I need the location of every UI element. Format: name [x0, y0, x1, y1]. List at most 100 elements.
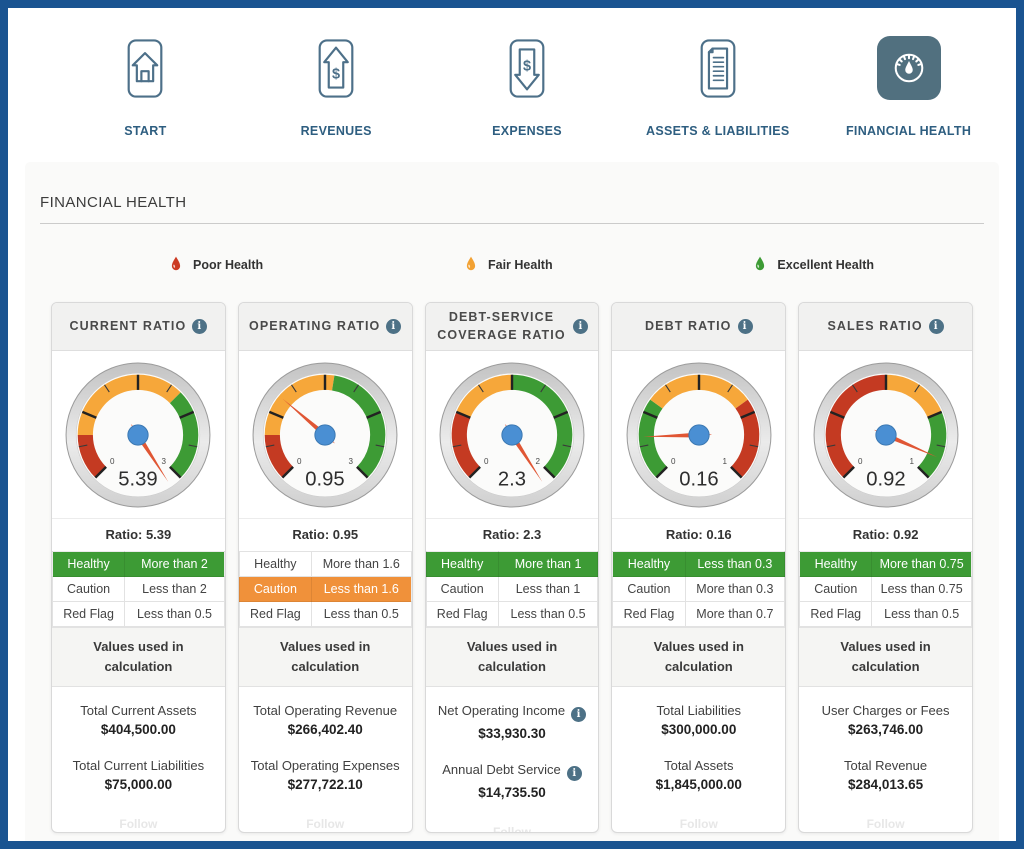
card-title: SALES RATIOi: [799, 303, 972, 351]
health-legend: Poor Health Fair Health Excellent Health: [40, 254, 984, 276]
status-label: Healthy: [239, 552, 311, 577]
ratio-value-text: Ratio: 2.3: [426, 518, 599, 551]
home-icon: [116, 35, 174, 102]
nav-item-start[interactable]: START: [50, 34, 241, 138]
calc-value-label: Total Operating Expenses: [243, 758, 408, 773]
follow-link[interactable]: Follow: [239, 813, 412, 833]
gauge-box: 030.95: [239, 351, 412, 518]
calc-value-item: Total Revenue $284,013.65: [803, 758, 968, 792]
svg-text:$: $: [523, 58, 531, 74]
values-title: Values used in calculation: [799, 627, 972, 687]
status-row-caution: Caution Less than 0.75: [800, 577, 972, 602]
calc-value-item: Total Operating Revenue $266,402.40: [243, 703, 408, 737]
status-label: Healthy: [800, 552, 872, 577]
nav-item-label: FINANCIAL HEALTH: [846, 124, 971, 138]
gauge-box: 035.39: [52, 351, 225, 518]
calc-value-label: Annual Debt Servicei: [430, 762, 595, 781]
values-title: Values used in calculation: [612, 627, 785, 687]
svg-text:3: 3: [349, 457, 354, 466]
status-threshold: More than 0.75: [872, 552, 972, 577]
nav-item-expenses[interactable]: $ EXPENSES: [432, 34, 623, 138]
status-row-red-flag: Red Flag More than 0.7: [613, 602, 785, 627]
info-icon[interactable]: i: [192, 319, 207, 334]
calc-value-amount: $300,000.00: [616, 722, 781, 737]
status-row-healthy: Healthy Less than 0.3: [613, 552, 785, 577]
svg-text:2: 2: [536, 457, 541, 466]
ratio-card-debt-ratio: DEBT RATIOi 010.16 Ratio: 0.16 Healthy L…: [611, 302, 786, 833]
calc-value-item: Total Liabilities $300,000.00: [616, 703, 781, 737]
status-threshold: More than 1: [498, 552, 598, 577]
info-icon[interactable]: i: [571, 707, 586, 722]
status-row-healthy: Healthy More than 2: [53, 552, 225, 577]
ratio-gauge: 010.16: [623, 359, 775, 511]
info-icon[interactable]: i: [386, 319, 401, 334]
status-label: Red Flag: [613, 602, 685, 627]
status-threshold: More than 0.7: [685, 602, 785, 627]
nav-item-revenues[interactable]: $ REVENUES: [241, 34, 432, 138]
follow-link[interactable]: Follow: [426, 821, 599, 833]
status-threshold: Less than 1: [498, 577, 598, 602]
status-threshold: Less than 0.5: [872, 602, 972, 627]
ratio-card-sales-ratio: SALES RATIOi 010.92 Ratio: 0.92 Healthy …: [798, 302, 973, 833]
status-threshold: Less than 2: [125, 577, 225, 602]
status-row-caution: Caution Less than 2: [53, 577, 225, 602]
status-threshold: Less than 1.6: [311, 577, 411, 602]
status-row-red-flag: Red Flag Less than 0.5: [426, 602, 598, 627]
info-icon[interactable]: i: [567, 766, 582, 781]
card-title: OPERATING RATIOi: [239, 303, 412, 351]
nav-item-assets-liabilities[interactable]: ASSETS & LIABILITIES: [622, 34, 813, 138]
calc-value-item: Net Operating Incomei $33,930.30: [430, 703, 595, 741]
status-label: Caution: [53, 577, 125, 602]
status-label: Caution: [613, 577, 685, 602]
revenue-up-icon: $: [307, 35, 365, 102]
calc-value-amount: $266,402.40: [243, 722, 408, 737]
nav-item-label: REVENUES: [301, 124, 372, 138]
ratio-card-operating-ratio: OPERATING RATIOi 030.95 Ratio: 0.95 Heal…: [238, 302, 413, 833]
calc-value-label: Total Current Liabilities: [56, 758, 221, 773]
ratio-gauge: 010.92: [810, 359, 962, 511]
status-row-red-flag: Red Flag Less than 0.5: [53, 602, 225, 627]
ratio-value-text: Ratio: 0.92: [799, 518, 972, 551]
status-table: Healthy More than 0.75 Caution Less than…: [799, 551, 972, 627]
info-icon[interactable]: i: [738, 319, 753, 334]
nav-item-financial-health[interactable]: FINANCIAL HEALTH: [813, 34, 1004, 138]
ratio-value-text: Ratio: 0.95: [239, 518, 412, 551]
legend-label: Poor Health: [193, 258, 263, 272]
card-title: CURRENT RATIOi: [52, 303, 225, 351]
status-row-caution: Caution Less than 1.6: [239, 577, 411, 602]
status-threshold: More than 2: [125, 552, 225, 577]
status-label: Healthy: [53, 552, 125, 577]
svg-text:3: 3: [162, 457, 167, 466]
follow-link[interactable]: Follow: [799, 813, 972, 833]
values-list: Total Current Assets $404,500.00 Total C…: [52, 687, 225, 813]
status-threshold: Less than 0.3: [685, 552, 785, 577]
follow-link[interactable]: Follow: [52, 813, 225, 833]
ratio-card-debt-service-coverage-ratio: DEBT-SERVICE COVERAGE RATIOi 022.3 Ratio…: [425, 302, 600, 833]
document-icon: [689, 35, 747, 102]
ratio-cards-row: CURRENT RATIOi 035.39 Ratio: 5.39 Health…: [51, 302, 973, 833]
values-list: Total Liabilities $300,000.00 Total Asse…: [612, 687, 785, 813]
status-threshold: Less than 0.5: [311, 602, 411, 627]
info-icon[interactable]: i: [929, 319, 944, 334]
status-label: Red Flag: [53, 602, 125, 627]
droplet-icon: [463, 254, 479, 276]
svg-text:5.39: 5.39: [119, 469, 158, 491]
info-icon[interactable]: i: [573, 319, 588, 334]
gauge-icon: [877, 36, 941, 100]
calc-value-amount: $14,735.50: [430, 785, 595, 800]
status-row-healthy: Healthy More than 1: [426, 552, 598, 577]
nav-icon-wrap: [116, 34, 174, 102]
ratio-gauge: 035.39: [62, 359, 214, 511]
status-label: Red Flag: [800, 602, 872, 627]
values-title: Values used in calculation: [426, 627, 599, 687]
svg-text:0.16: 0.16: [679, 469, 718, 491]
calc-value-item: Annual Debt Servicei $14,735.50: [430, 762, 595, 800]
svg-text:1: 1: [722, 457, 727, 466]
values-title: Values used in calculation: [239, 627, 412, 687]
calc-value-label: Total Liabilities: [616, 703, 781, 718]
svg-text:0.95: 0.95: [305, 469, 344, 491]
status-threshold: More than 1.6: [311, 552, 411, 577]
calc-value-label: Total Revenue: [803, 758, 968, 773]
calc-value-amount: $277,722.10: [243, 777, 408, 792]
follow-link[interactable]: Follow: [612, 813, 785, 833]
